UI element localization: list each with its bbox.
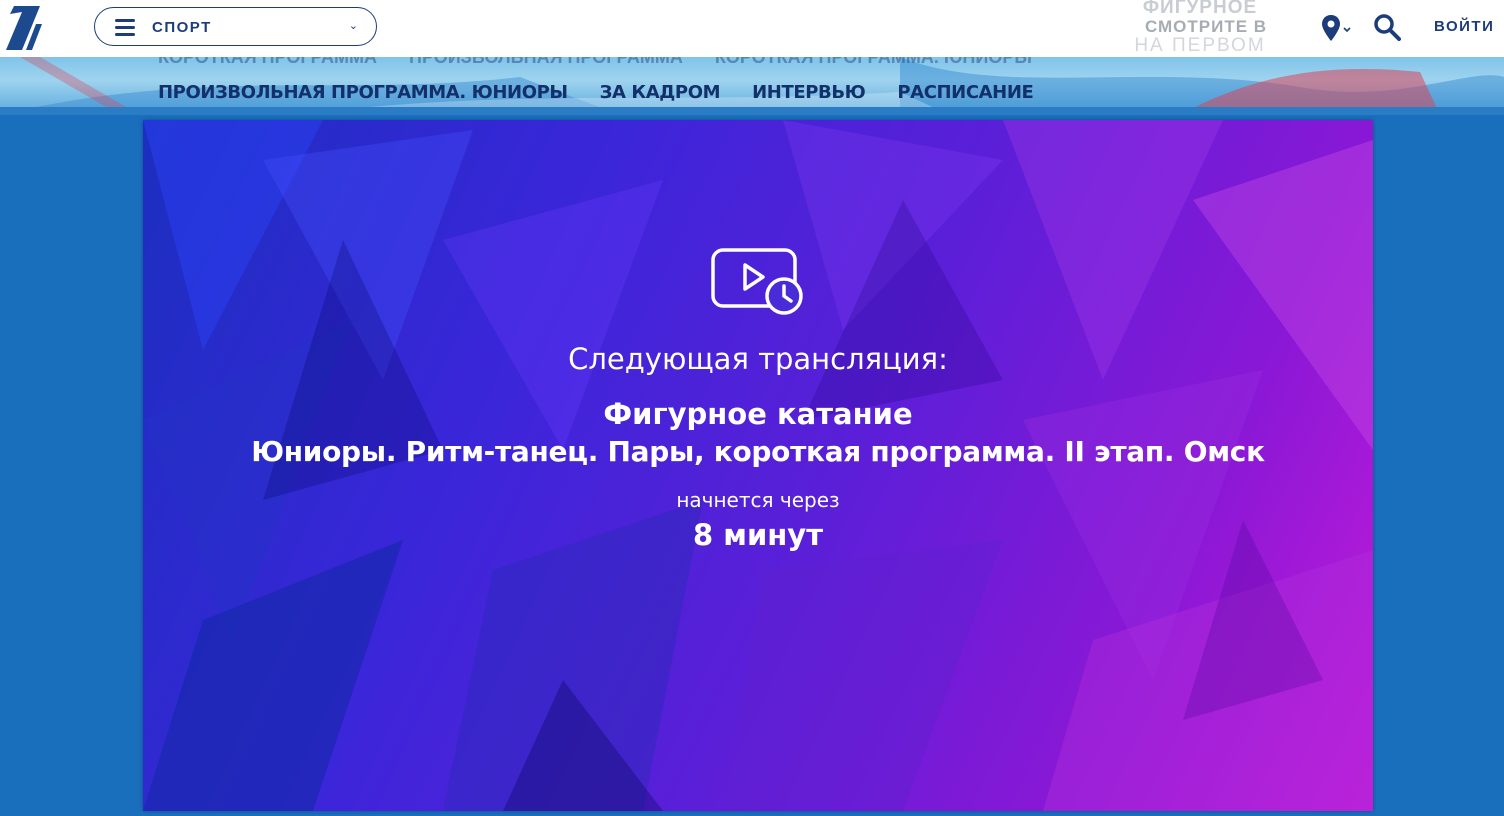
scheduled-video-icon: [711, 248, 803, 315]
next-broadcast-label: Следующая трансляция:: [568, 342, 948, 376]
nav-row-scrolled: КОРОТКАЯ ПРОГРАММА ПРОИЗВОЛЬНАЯ ПРОГРАММ…: [158, 57, 1032, 68]
nav-item-free-program[interactable]: ПРОИЗВОЛЬНАЯ ПРОГРАММА: [409, 57, 683, 68]
section-selector[interactable]: СПОРТ ⌄: [94, 7, 377, 46]
search-icon[interactable]: [1373, 13, 1401, 41]
nav-row: ПРОИЗВОЛЬНАЯ ПРОГРАММА. ЮНИОРЫ ЗА КАДРОМ…: [158, 82, 1034, 103]
top-header: СПОРТ ⌄ ФИГУРНОЕ НА ПЕРВОМ СМОТРИТЕ В ВО…: [0, 0, 1504, 57]
nav-item-free-program-juniors[interactable]: ПРОИЗВОЛЬНАЯ ПРОГРАММА. ЮНИОРЫ: [158, 82, 568, 103]
event-subtitle: Юниоры. Ритм-танец. Пары, короткая прогр…: [251, 435, 1265, 468]
nav-item-short-program-juniors[interactable]: КОРОТКАЯ ПРОГРАММА. ЮНИОРЫ: [715, 57, 1032, 68]
video-player[interactable]: Следующая трансляция: Фигурное катание Ю…: [143, 120, 1373, 811]
nav-item-schedule[interactable]: РАСПИСАНИЕ: [897, 82, 1033, 103]
countdown-value: 8 минут: [692, 518, 824, 552]
starts-in-label: начнется через: [676, 488, 840, 512]
menu-icon[interactable]: [115, 19, 135, 36]
channel-one-logo[interactable]: [2, 4, 42, 52]
brand-line-2: СМОТРИТЕ В: [1144, 17, 1268, 36]
brand-line-1: ФИГУРНОЕ: [1142, 0, 1258, 18]
location-pin-icon[interactable]: [1321, 13, 1351, 43]
nav-item-behind-the-scenes[interactable]: ЗА КАДРОМ: [600, 82, 721, 103]
login-button[interactable]: ВОЙТИ: [1434, 18, 1494, 35]
nav-item-short-program[interactable]: КОРОТКАЯ ПРОГРАММА: [158, 57, 377, 68]
nav-item-interview[interactable]: ИНТЕРВЬЮ: [752, 82, 866, 103]
banner-divider: [0, 107, 1504, 115]
chevron-down-icon: ⌄: [348, 20, 358, 32]
section-label: СПОРТ: [152, 19, 212, 36]
event-title: Фигурное катание: [603, 397, 913, 431]
brand-line-3: НА ПЕРВОМ: [1134, 35, 1266, 56]
